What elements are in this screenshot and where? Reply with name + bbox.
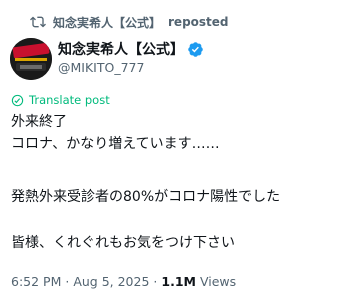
- views-label: Views: [199, 274, 237, 289]
- verified-badge-icon: [188, 41, 203, 57]
- repost-indicator[interactable]: 知念実希人【公式】 reposted: [30, 13, 229, 31]
- tweet-date[interactable]: Aug 5, 2025: [73, 274, 149, 289]
- translate-post-label[interactable]: Translate post: [29, 93, 110, 107]
- author-name-row: 知念実希人【公式】: [58, 39, 204, 59]
- meta-separator: ·: [65, 274, 70, 289]
- author-header: 知念実希人【公式】 @MIKITO_777: [58, 39, 204, 75]
- meta-separator: ·: [153, 274, 158, 289]
- author-avatar[interactable]: [10, 38, 52, 80]
- author-display-name[interactable]: 知念実希人【公式】: [58, 39, 184, 59]
- tweet-text-line: 発熱外来受診者の80%がコロナ陽性でした: [11, 189, 281, 205]
- globe-icon: [11, 94, 24, 106]
- tweet-text-line: 外来終了: [11, 114, 67, 130]
- tweet-meta: 6:52 PM · Aug 5, 2025 · 1.1M Views: [11, 274, 236, 292]
- translate-post-link[interactable]: Translate post: [11, 92, 110, 108]
- reposted-label: reposted: [168, 15, 229, 29]
- author-handle[interactable]: @MIKITO_777: [58, 60, 204, 75]
- tweet-time[interactable]: 6:52 PM: [11, 274, 61, 289]
- repost-icon: [30, 16, 46, 28]
- views-count[interactable]: 1.1M: [161, 274, 196, 289]
- avatar-image: [10, 38, 52, 80]
- reposter-name[interactable]: 知念実希人【公式】: [53, 14, 161, 31]
- tweet-text-line: コロナ、かなり増えています……: [11, 136, 220, 152]
- tweet-text-line: 皆様、くれぐれもお気をつけ下さい: [11, 235, 235, 251]
